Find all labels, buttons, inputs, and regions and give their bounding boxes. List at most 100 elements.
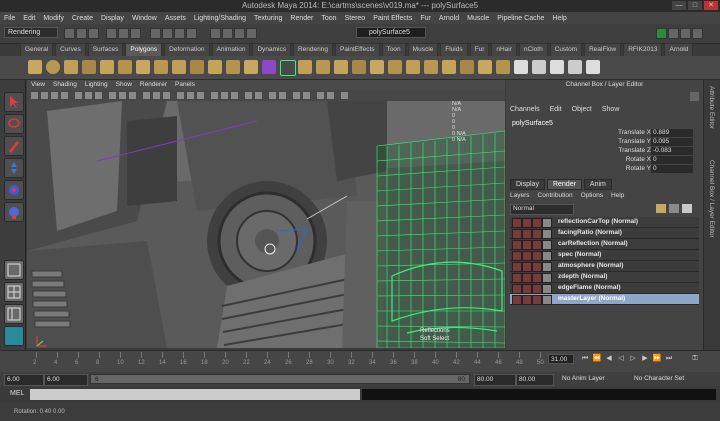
attribute-editor-side-tab[interactable]: Attribute Editor — [708, 86, 715, 129]
snap-grid-icon[interactable] — [150, 28, 161, 39]
vp-menu-lighting[interactable]: Lighting — [85, 80, 108, 90]
bridge-icon[interactable] — [298, 60, 312, 74]
attr-translate-x[interactable]: Translate X 0.889 — [512, 129, 697, 137]
menu-arnold[interactable]: Arnold — [439, 15, 459, 22]
lasso-tool-icon[interactable] — [4, 114, 24, 134]
select-hierarchy-icon[interactable] — [106, 28, 117, 39]
shader-icon[interactable] — [542, 295, 552, 305]
shelf-tab-rfik2013[interactable]: RFIK2013 — [623, 43, 663, 56]
render-layer-row[interactable]: carReflection (Normal) — [510, 239, 699, 250]
tool-settings-icon[interactable] — [680, 28, 691, 39]
snap-point-icon[interactable] — [174, 28, 185, 39]
render-toggle-icon[interactable] — [512, 284, 522, 294]
render-layer-row[interactable]: facingRatio (Normal) — [510, 228, 699, 239]
recycle-toggle-icon[interactable] — [522, 251, 532, 261]
new-layer-icon[interactable] — [656, 204, 666, 213]
render-layer-row[interactable]: reflectionCarTop (Normal) — [510, 217, 699, 228]
render-settings-icon[interactable] — [532, 218, 542, 228]
delete-edge-icon[interactable] — [388, 60, 402, 74]
menu-modify[interactable]: Modify — [43, 15, 64, 22]
perspective-viewport[interactable]: View Shading Lighting Show Renderer Pane… — [27, 80, 505, 348]
vp-menu-shading[interactable]: Shading — [53, 80, 77, 90]
render-layer-row[interactable]: edgeFlame (Normal) — [510, 283, 699, 294]
shelf-tab-fur[interactable]: Fur — [469, 43, 490, 56]
attr-translate-y[interactable]: Translate Y 0.095 — [512, 138, 697, 146]
recycle-toggle-icon[interactable] — [522, 229, 532, 239]
shelf-tab-dynamics[interactable]: Dynamics — [252, 43, 291, 56]
vp-menu-view[interactable]: View — [31, 80, 45, 90]
shelf-tab-polygons[interactable]: Polygons — [125, 43, 163, 56]
step-forward-frame-icon[interactable]: ▶ — [640, 354, 650, 364]
le-menu-contribution[interactable]: Contribution — [538, 192, 573, 199]
menu-toon[interactable]: Toon — [321, 15, 336, 22]
cb-menu-edit[interactable]: Edit — [550, 106, 562, 113]
go-to-start-icon[interactable]: ⏮ — [580, 354, 590, 364]
uv-snapshot-icon[interactable] — [568, 60, 582, 74]
menu-stereo[interactable]: Stereo — [345, 15, 366, 22]
attr-value[interactable]: -0.083 — [651, 147, 693, 155]
attr-value[interactable]: 0.095 — [651, 138, 693, 146]
step-back-frame-icon[interactable]: ◀ — [604, 354, 614, 364]
cb-menu-show[interactable]: Show — [602, 106, 620, 113]
quick-selection-field[interactable]: polySurface5 — [356, 27, 426, 38]
insert-edge-loop-icon[interactable] — [352, 60, 366, 74]
shelf-tab-animation[interactable]: Animation — [211, 43, 251, 56]
shelf-tab-muscle[interactable]: Muscle — [407, 43, 439, 56]
shelf-tab-rendering[interactable]: Rendering — [292, 43, 333, 56]
render-settings-icon[interactable] — [532, 229, 542, 239]
shelf-tab-deformation[interactable]: Deformation — [164, 43, 210, 56]
menu-muscle[interactable]: Muscle — [467, 15, 489, 22]
render-layer-row[interactable]: spec (Normal) — [510, 250, 699, 261]
select-tool-icon[interactable] — [4, 92, 24, 112]
recycle-toggle-icon[interactable] — [522, 218, 532, 228]
play-forward-icon[interactable]: ▷ — [628, 354, 638, 364]
vp-menu-panels[interactable]: Panels — [175, 80, 195, 90]
range-slider[interactable]: 6 80 — [90, 374, 470, 384]
outliner-layout-icon[interactable] — [4, 304, 24, 324]
render-toggle-icon[interactable] — [512, 240, 522, 250]
single-perspective-layout-icon[interactable] — [4, 260, 24, 280]
poly-torus-icon[interactable] — [118, 60, 132, 74]
menu-texturing[interactable]: Texturing — [254, 15, 282, 22]
shelf-tab-realflow[interactable]: RealFlow — [584, 43, 622, 56]
checker-uv-icon[interactable] — [514, 60, 528, 74]
separate-icon[interactable] — [208, 60, 222, 74]
attribute-editor-icon[interactable] — [668, 28, 679, 39]
close-button[interactable]: ✕ — [704, 1, 718, 10]
channel-box-icon[interactable] — [692, 28, 703, 39]
anim-end-field[interactable]: 80.00 — [516, 374, 554, 386]
render-layer-row[interactable]: zdepth (Normal) — [510, 272, 699, 283]
recycle-toggle-icon[interactable] — [522, 262, 532, 272]
panel-toolbar-icons[interactable] — [27, 90, 505, 101]
planar-mapping-icon[interactable] — [496, 60, 510, 74]
scene-geometry[interactable]: N/A N/A 0 0 0 0 N/A 0 N/A Reflections So… — [27, 101, 505, 348]
maximize-button[interactable]: □ — [688, 1, 702, 10]
shelf-tab-fluids[interactable]: Fluids — [440, 43, 468, 56]
render-settings-icon[interactable] — [532, 251, 542, 261]
four-view-layout-icon[interactable] — [4, 282, 24, 302]
poly-plane-icon[interactable] — [100, 60, 114, 74]
shader-icon[interactable] — [542, 240, 552, 250]
render-settings-icon[interactable] — [246, 28, 257, 39]
vp-menu-show[interactable]: Show — [116, 80, 132, 90]
poly-cube-icon[interactable] — [28, 60, 42, 74]
move-tool-icon[interactable] — [4, 158, 24, 178]
menu-set-dropdown[interactable]: Rendering — [4, 27, 58, 38]
shelf-tab-ncloth[interactable]: nCloth — [518, 43, 548, 56]
current-frame-field[interactable]: 31.00 — [548, 354, 574, 364]
step-forward-key-icon[interactable]: ⏩ — [652, 354, 662, 364]
shader-icon[interactable] — [542, 273, 552, 283]
quadrangulate-icon[interactable] — [442, 60, 456, 74]
new-scene-icon[interactable] — [64, 28, 75, 39]
le-menu-help[interactable]: Help — [611, 192, 624, 199]
combine-icon[interactable] — [190, 60, 204, 74]
cb-menu-channels[interactable]: Channels — [510, 106, 540, 113]
render-layer-row[interactable]: atmosphere (Normal) — [510, 261, 699, 272]
render-toggle-icon[interactable] — [512, 295, 522, 305]
poly-prism-icon[interactable] — [136, 60, 150, 74]
shelf-tab-custom[interactable]: Custom — [549, 43, 583, 56]
render-toggle-icon[interactable] — [512, 229, 522, 239]
checker-map-icon[interactable] — [532, 60, 546, 74]
menu-pipeline-cache[interactable]: Pipeline Cache — [497, 15, 544, 22]
render-settings-icon[interactable] — [532, 262, 542, 272]
